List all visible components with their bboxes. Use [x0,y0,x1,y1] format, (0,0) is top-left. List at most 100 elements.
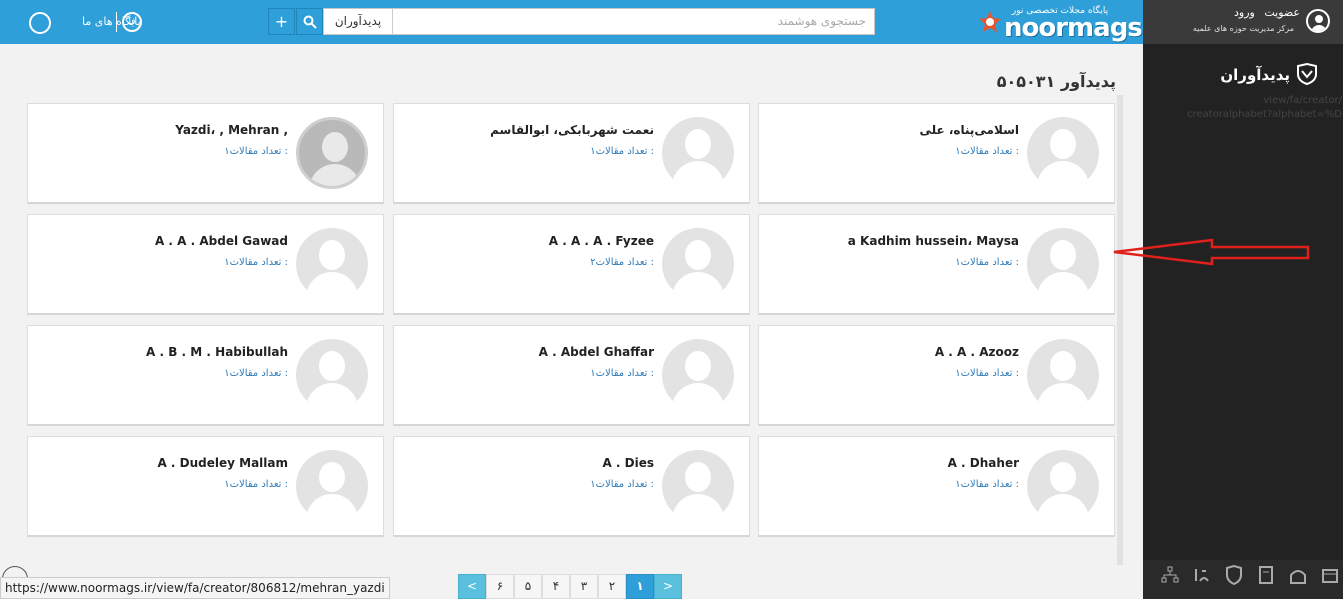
article-count-label: تعداد مقالات : [595,146,654,157]
article-count: ۱تعداد مقالات : [220,146,288,157]
journal-icon[interactable] [1256,565,1276,585]
article-count-label: تعداد مقالات : [595,479,654,490]
article-count-label: تعداد مقالات : [960,257,1019,268]
avatar-icon[interactable] [662,339,734,411]
page-link[interactable]: ۶ [486,574,514,599]
sidebar-tools [1160,565,1340,585]
user-icon[interactable] [1306,9,1330,33]
login-link[interactable]: ورود [1234,6,1255,19]
creator-card[interactable]: A . A . Azooz ۱تعداد مقالات : [758,325,1115,426]
creator-name[interactable]: A . Dhaher [769,456,1019,470]
article-count: ۱تعداد مقالات : [951,368,1019,379]
avatar-icon[interactable] [1027,228,1099,300]
creator-name[interactable]: نعمت شهربابکی، ابوالقاسم [404,123,654,137]
creator-name[interactable]: A . B . M . Habibullah [38,345,288,359]
creators-emblem-icon [1297,63,1317,85]
article-count-label: تعداد مقالات : [595,368,654,379]
avatar-icon[interactable] [296,117,368,189]
article-count-label: تعداد مقالات : [229,479,288,490]
shield-icon[interactable] [1224,565,1244,585]
page-link-active[interactable]: ۱ [626,574,654,599]
avatar-icon[interactable] [1027,450,1099,522]
status-bar-url: https://www.noormags.ir/view/fa/creator/… [0,577,390,599]
search-button[interactable] [296,8,323,35]
article-count-label: تعداد مقالات : [229,257,288,268]
header-divider [116,12,117,32]
scrollbar[interactable] [1117,95,1123,565]
creator-name[interactable]: اسلامی‌پناه، علی [769,123,1019,137]
creator-card[interactable]: A . Abdel Ghaffar ۱تعداد مقالات : [393,325,750,426]
creator-name[interactable]: A . Abdel Ghaffar [404,345,654,359]
page-link[interactable]: ۴ [542,574,570,599]
creator-name[interactable]: A . A . Abdel Gawad [38,234,288,248]
avatar-icon[interactable] [662,117,734,189]
article-count: ۱تعداد مقالات : [220,257,288,268]
pagination: < ۶ ۵ ۴ ۳ ۲ ۱ > [458,574,682,599]
article-count: ۱تعداد مقالات : [586,479,654,490]
creator-name[interactable]: A . A . A . Fyzee [404,234,654,248]
page-link[interactable]: ۲ [598,574,626,599]
add-button[interactable]: + [268,8,295,35]
pagination-prev[interactable]: > [654,574,682,599]
article-count: ۱تعداد مقالات : [951,146,1019,157]
article-count-label: تعداد مقالات : [595,257,654,268]
search-placeholder: جستجوی هوشمند [777,14,866,28]
noormags-logo-icon[interactable] [978,10,1002,34]
creator-card[interactable]: A . A . Abdel Gawad ۱تعداد مقالات : [27,214,384,315]
annotation-arrow [1113,238,1310,266]
page-title: ۵۰۵۰۳۱ پدیدآور [996,72,1116,91]
edit-icon[interactable] [29,12,51,34]
search-filter-select[interactable]: پدیدآوران [324,9,393,34]
page-link[interactable]: ۳ [570,574,598,599]
article-count: ۱تعداد مقالات : [220,368,288,379]
mosque-icon[interactable] [1288,565,1308,585]
creator-card[interactable]: Yazdi، , Mehran , ۱تعداد مقالات : [27,103,384,204]
article-count: ۱تعداد مقالات : [220,479,288,490]
article-count-label: تعداد مقالات : [960,368,1019,379]
creator-name[interactable]: Yazdi، , Mehran , [38,123,288,137]
creator-card[interactable]: A . Dudeley Mallam ۱تعداد مقالات : [27,436,384,537]
creator-name[interactable]: A . A . Azooz [769,345,1019,359]
search-input[interactable]: پدیدآوران جستجوی هوشمند [323,8,875,35]
creator-name[interactable]: a Kadhim hussein، Maysa [769,234,1019,248]
page-link[interactable]: ۵ [514,574,542,599]
creator-name[interactable]: A . Dies [404,456,654,470]
creator-card[interactable]: A . Dies ۱تعداد مقالات : [393,436,750,537]
register-link[interactable]: عضویت [1264,6,1300,19]
creator-card[interactable]: A . B . M . Habibullah ۱تعداد مقالات : [27,325,384,426]
article-count: ۱تعداد مقالات : [586,368,654,379]
creator-card[interactable]: نعمت شهربابکی، ابوالقاسم ۱تعداد مقالات : [393,103,750,204]
article-count: ۲تعداد مقالات : [586,257,654,268]
sitemap-icon[interactable] [1160,565,1180,585]
avatar-icon[interactable] [1027,117,1099,189]
creator-name[interactable]: A . Dudeley Mallam [38,456,288,470]
avatar-icon[interactable] [1027,339,1099,411]
auth-links: عضویت ورود [1202,6,1300,19]
brand[interactable]: پایگاه مجلات تخصصی نور noormags [1004,6,1143,43]
sidebar-subtitle: مرکز مدیریت حوزه های علمیه [1192,24,1294,33]
sidebar [1143,0,1343,599]
alphabet-icon[interactable] [1192,565,1212,585]
language-switch[interactable]: فا [122,12,142,32]
article-count: ۱تعداد مقالات : [951,257,1019,268]
creator-card[interactable]: A . Dhaher ۱تعداد مقالات : [758,436,1115,537]
article-count-label: تعداد مقالات : [960,479,1019,490]
article-count-label: تعداد مقالات : [229,368,288,379]
brand-name: noormags [1004,13,1143,43]
sidebar-url-line: view/fa/creator/ [1263,95,1342,106]
sidebar-url-line: creatoralphabet?alphabet=%D [1187,109,1342,120]
avatar-icon[interactable] [296,339,368,411]
avatar-icon[interactable] [296,228,368,300]
pagination-next[interactable]: < [458,574,486,599]
search-icon [303,15,317,29]
creator-card[interactable]: a Kadhim hussein، Maysa ۱تعداد مقالات : [758,214,1115,315]
creator-card[interactable]: A . A . A . Fyzee ۲تعداد مقالات : [393,214,750,315]
avatar-icon[interactable] [662,228,734,300]
article-count-label: تعداد مقالات : [960,146,1019,157]
archive-icon[interactable] [1320,565,1340,585]
avatar-icon[interactable] [662,450,734,522]
avatar-icon[interactable] [296,450,368,522]
article-count-label: تعداد مقالات : [229,146,288,157]
sidebar-url-text: view/fa/creator/ creatoralphabet?alphabe… [1150,94,1342,122]
creator-card[interactable]: اسلامی‌پناه، علی ۱تعداد مقالات : [758,103,1115,204]
